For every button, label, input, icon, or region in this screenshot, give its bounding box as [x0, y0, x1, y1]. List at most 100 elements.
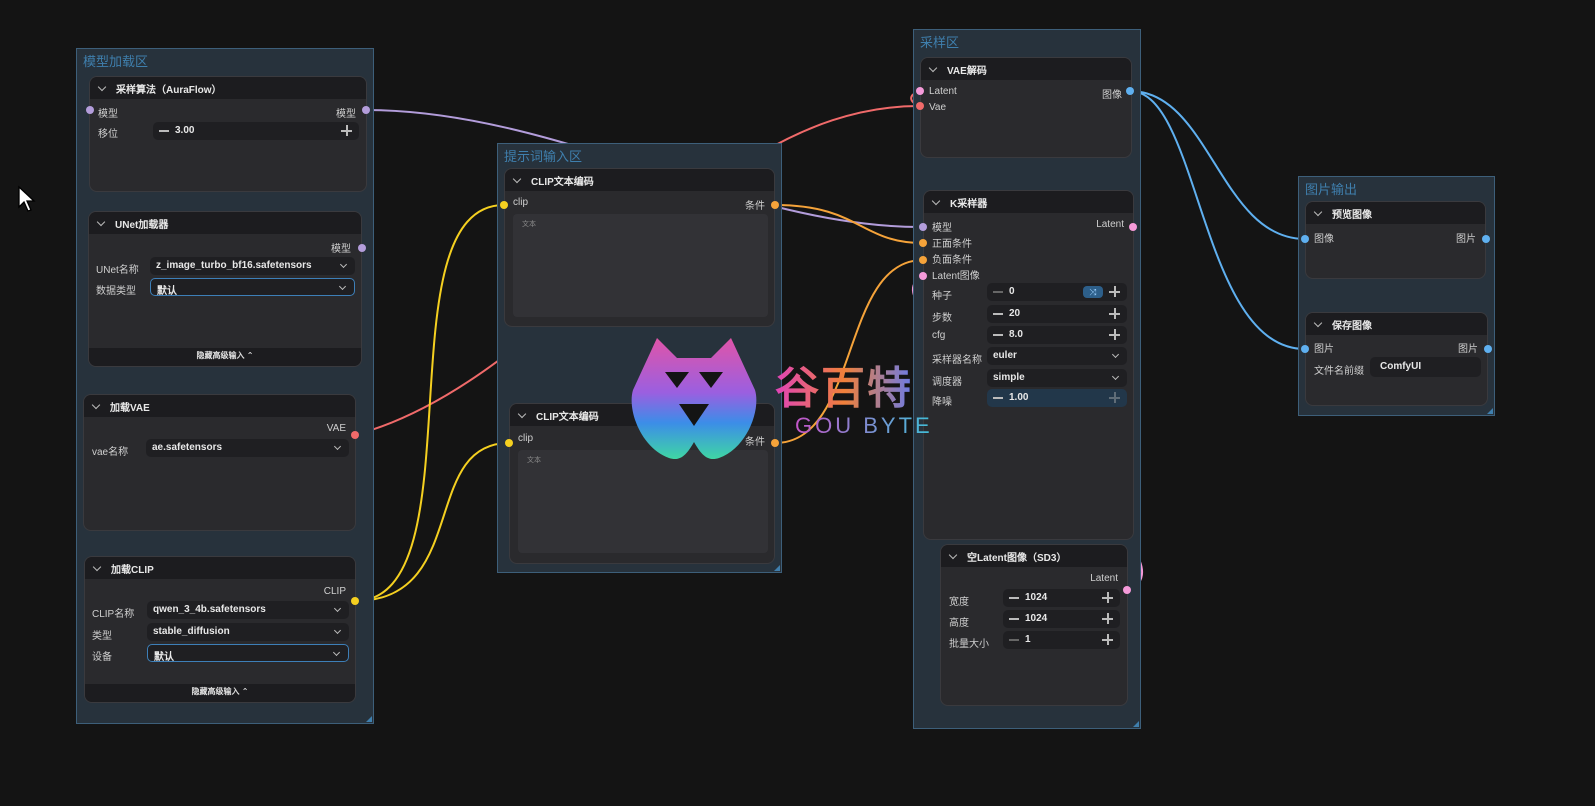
prompt-text-area[interactable]: 文本: [513, 214, 768, 317]
port-empty-latent-out[interactable]: [1123, 586, 1131, 594]
port-ksampler-in-positive[interactable]: [919, 239, 927, 247]
unet-name-select[interactable]: z_image_turbo_bf16.safetensors: [150, 257, 355, 275]
node-header[interactable]: K采样器: [924, 191, 1133, 213]
node-empty-latent[interactable]: 空Latent图像（SD3） Latent 宽度 1024 高度 1024 批量…: [940, 544, 1128, 706]
port-encode2-in-clip[interactable]: [505, 439, 513, 447]
minus-icon[interactable]: [993, 334, 1003, 336]
port-ksampler-in-latent[interactable]: [919, 272, 927, 280]
chevron-down-icon[interactable]: [1314, 209, 1322, 217]
minus-icon[interactable]: [159, 130, 169, 132]
chevron-down-icon[interactable]: [513, 176, 521, 184]
port-decode-in-vae[interactable]: [916, 102, 924, 110]
input-image-label: 图片: [1314, 344, 1334, 355]
steps-stepper[interactable]: 20: [987, 305, 1127, 323]
seed-stepper[interactable]: 0 ⤨: [987, 283, 1127, 301]
hide-advanced-button[interactable]: 隐藏高级输入 ⌃: [89, 348, 361, 366]
chevron-down-icon[interactable]: [92, 402, 100, 410]
port-aura-in-model[interactable]: [86, 106, 94, 114]
node-vae-loader[interactable]: 加载VAE VAE vae名称 ae.safetensors: [83, 394, 356, 531]
node-preview-image[interactable]: 预览图像 图像 图片: [1305, 201, 1486, 279]
node-header[interactable]: 采样算法（AuraFlow）: [90, 77, 366, 99]
port-preview-out-image[interactable]: [1482, 235, 1490, 243]
minus-icon[interactable]: [993, 397, 1003, 399]
node-ksampler[interactable]: K采样器 模型 Latent 正面条件 负面条件 Latent图像 种子 0 ⤨…: [923, 190, 1134, 540]
node-header[interactable]: 加载VAE: [84, 395, 355, 417]
chevron-down-icon[interactable]: [929, 65, 937, 73]
node-header[interactable]: 空Latent图像（SD3）: [941, 545, 1127, 567]
port-ksampler-out-latent[interactable]: [1129, 223, 1137, 231]
plus-icon[interactable]: [1102, 592, 1113, 603]
node-save-image[interactable]: 保存图像 图片 图片 文件名前缀 ComfyUI: [1305, 312, 1488, 406]
chevron-down-icon[interactable]: [98, 84, 106, 92]
chevron-down-icon[interactable]: [932, 198, 940, 206]
port-decode-in-latent[interactable]: [916, 87, 924, 95]
scheduler-select[interactable]: simple: [987, 369, 1127, 387]
node-header[interactable]: VAE解码: [921, 58, 1131, 80]
batch-size-stepper[interactable]: 1: [1003, 631, 1120, 649]
plus-icon[interactable]: [1109, 286, 1120, 297]
port-clip-out[interactable]: [351, 597, 359, 605]
port-decode-out-image[interactable]: [1126, 87, 1134, 95]
node-unet-loader[interactable]: UNet加载器 模型 UNet名称 z_image_turbo_bf16.saf…: [88, 211, 362, 367]
node-header[interactable]: 保存图像: [1306, 313, 1487, 335]
minus-icon[interactable]: [1009, 618, 1019, 620]
port-ksampler-in-model[interactable]: [919, 223, 927, 231]
node-header[interactable]: 加载CLIP: [85, 557, 355, 579]
cfg-stepper[interactable]: 8.0: [987, 326, 1127, 344]
node-header[interactable]: CLIP文本编码: [505, 169, 774, 191]
clip-type-select[interactable]: stable_diffusion: [147, 623, 349, 641]
port-unet-out-model[interactable]: [358, 244, 366, 252]
steps-label: 步数: [932, 313, 952, 324]
port-save-out-image[interactable]: [1484, 345, 1492, 353]
device-select[interactable]: 默认: [147, 644, 349, 663]
port-aura-out-model[interactable]: [362, 106, 370, 114]
chevron-down-icon[interactable]: [93, 564, 101, 572]
unet-name-label: UNet名称: [96, 265, 139, 276]
plus-icon[interactable]: [1109, 329, 1120, 340]
port-encode1-out-cond[interactable]: [771, 201, 779, 209]
node-sampling-algo[interactable]: 采样算法（AuraFlow） 模型 模型 移位 3.00: [89, 76, 367, 192]
minus-icon[interactable]: [993, 313, 1003, 315]
node-clip-loader[interactable]: 加载CLIP CLIP CLIP名称 qwen_3_4b.safetensors…: [84, 556, 356, 703]
dtype-select[interactable]: 默认: [150, 278, 355, 297]
plus-icon[interactable]: [1102, 613, 1113, 624]
node-header[interactable]: UNet加载器: [89, 212, 361, 234]
denoise-slider[interactable]: 1.00: [987, 389, 1127, 407]
plus-icon[interactable]: [1109, 308, 1120, 319]
plus-icon[interactable]: [1109, 392, 1120, 403]
device-label: 设备: [92, 652, 112, 663]
input-clip-label: clip: [518, 433, 534, 444]
port-ksampler-in-negative[interactable]: [919, 256, 927, 264]
chevron-down-icon[interactable]: [518, 411, 526, 419]
width-stepper[interactable]: 1024: [1003, 589, 1120, 607]
port-encode2-out-cond[interactable]: [771, 439, 779, 447]
minus-icon[interactable]: [993, 291, 1003, 293]
port-save-in-image[interactable]: [1301, 345, 1309, 353]
input-clip-label: clip: [513, 197, 529, 208]
node-clip-text-encode-positive[interactable]: CLIP文本编码 clip 条件 文本: [504, 168, 775, 327]
minus-icon[interactable]: [1009, 639, 1019, 641]
port-preview-in-image[interactable]: [1301, 235, 1309, 243]
node-header[interactable]: 预览图像: [1306, 202, 1485, 224]
chevron-down-icon[interactable]: [1314, 320, 1322, 328]
plus-icon[interactable]: [1102, 634, 1113, 645]
minus-icon[interactable]: [1009, 597, 1019, 599]
node-vae-decode[interactable]: VAE解码 Latent 图像 Vae: [920, 57, 1132, 158]
resize-handle[interactable]: [774, 565, 780, 571]
chevron-down-icon[interactable]: [949, 552, 957, 560]
height-stepper[interactable]: 1024: [1003, 610, 1120, 628]
resize-handle[interactable]: [1133, 721, 1139, 727]
resize-handle[interactable]: [1487, 408, 1493, 414]
clip-name-select[interactable]: qwen_3_4b.safetensors: [147, 601, 349, 619]
shuffle-icon[interactable]: ⤨: [1083, 286, 1103, 298]
hide-advanced-button[interactable]: 隐藏高级输入 ⌃: [85, 684, 355, 702]
filename-prefix-input[interactable]: ComfyUI: [1370, 357, 1481, 377]
resize-handle[interactable]: [366, 716, 372, 722]
sampler-name-select[interactable]: euler: [987, 347, 1127, 365]
port-vae-out[interactable]: [351, 431, 359, 439]
chevron-down-icon[interactable]: [97, 219, 105, 227]
vae-name-select[interactable]: ae.safetensors: [146, 439, 349, 457]
shift-stepper[interactable]: 3.00: [153, 122, 359, 140]
plus-icon[interactable]: [341, 125, 352, 136]
port-encode1-in-clip[interactable]: [500, 201, 508, 209]
